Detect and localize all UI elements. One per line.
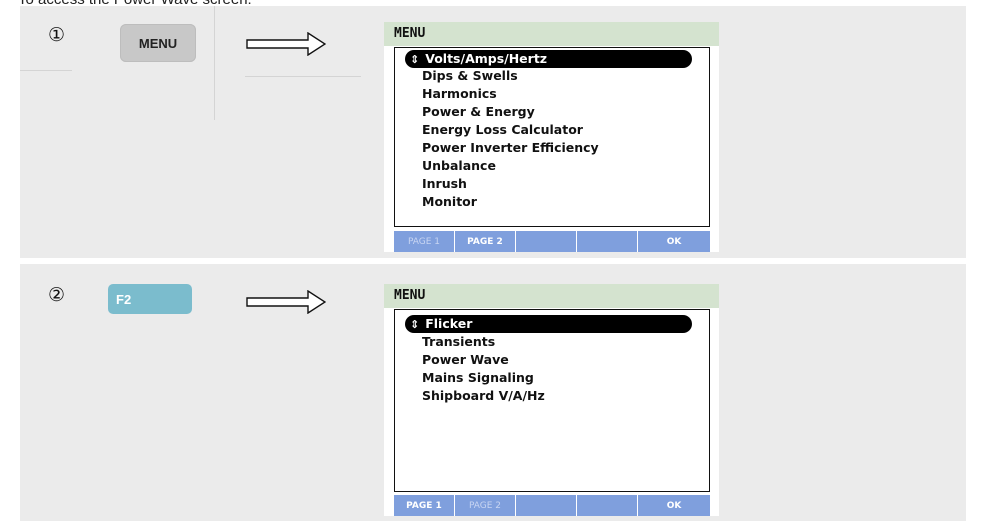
menu-item-unbalance[interactable]: Unbalance [422,157,496,175]
step-2-marker: ② [48,284,66,306]
menu-item-monitor[interactable]: Monitor [422,193,477,211]
screen-header: MENU [384,284,719,308]
menu-item-label: Flicker [425,316,473,331]
screen-title: MENU [394,26,426,41]
menu-item-mains-signaling[interactable]: Mains Signaling [422,369,534,387]
softkey-f3[interactable] [516,231,577,252]
menu-item-flicker[interactable]: ⇕ Flicker [405,315,692,333]
menu-list: ⇕ Volts/Amps/Hertz Dips & Swells Harmonic… [394,47,710,227]
screen-title: MENU [394,288,426,303]
right-arrow-icon [246,32,326,56]
menu-item-power-energy[interactable]: Power & Energy [422,103,535,121]
step-1-panel: ① MENU MENU ⇕ Volts/Amps/Hertz Dips & Swe… [20,6,966,258]
softkey-page-2[interactable]: PAGE 2 [455,495,516,516]
step-2-panel: ② F2 MENU ⇕ Flicker Transients Power Wave… [20,264,966,521]
up-down-icon: ⇕ [410,53,420,66]
softkey-f4[interactable] [577,495,638,516]
menu-item-power-wave[interactable]: Power Wave [422,351,509,369]
softkey-page-2[interactable]: PAGE 2 [455,231,516,252]
up-down-icon: ⇕ [410,318,420,331]
menu-item-inrush[interactable]: Inrush [422,175,467,193]
right-arrow-icon [246,290,326,314]
softkey-page-1[interactable]: PAGE 1 [394,495,455,516]
menu-item-transients[interactable]: Transients [422,333,495,351]
menu-item-dips-swells[interactable]: Dips & Swells [422,67,518,85]
menu-item-volts-amps-hertz[interactable]: ⇕ Volts/Amps/Hertz [405,50,692,68]
menu-key-button[interactable]: MENU [120,24,196,62]
menu-item-label: Volts/Amps/Hertz [425,51,548,66]
softkey-bar: PAGE 1 PAGE 2 OK [394,231,710,252]
f2-key-button[interactable]: F2 [108,284,192,314]
step-1-marker: ① [48,24,66,46]
instrument-screen: MENU ⇕ Volts/Amps/Hertz Dips & Swells Har… [384,22,719,252]
softkey-f4[interactable] [577,231,638,252]
softkey-ok[interactable]: OK [638,231,710,252]
divider [20,70,72,71]
divider [245,76,361,77]
screen-header: MENU [384,22,719,46]
menu-item-shipboard-vahz[interactable]: Shipboard V/A/Hz [422,387,545,405]
menu-item-harmonics[interactable]: Harmonics [422,85,497,103]
softkey-page-1[interactable]: PAGE 1 [394,231,455,252]
menu-list: ⇕ Flicker Transients Power Wave Mains Sig… [394,309,710,492]
softkey-ok[interactable]: OK [638,495,710,516]
page: To access the Power Wave screen: ① MENU … [0,0,982,524]
divider [214,6,215,120]
softkey-bar: PAGE 1 PAGE 2 OK [394,495,710,516]
instrument-screen: MENU ⇕ Flicker Transients Power Wave Main… [384,284,719,516]
menu-item-power-inverter-efficiency[interactable]: Power Inverter Efficiency [422,139,599,157]
softkey-f3[interactable] [516,495,577,516]
menu-item-energy-loss-calculator[interactable]: Energy Loss Calculator [422,121,583,139]
